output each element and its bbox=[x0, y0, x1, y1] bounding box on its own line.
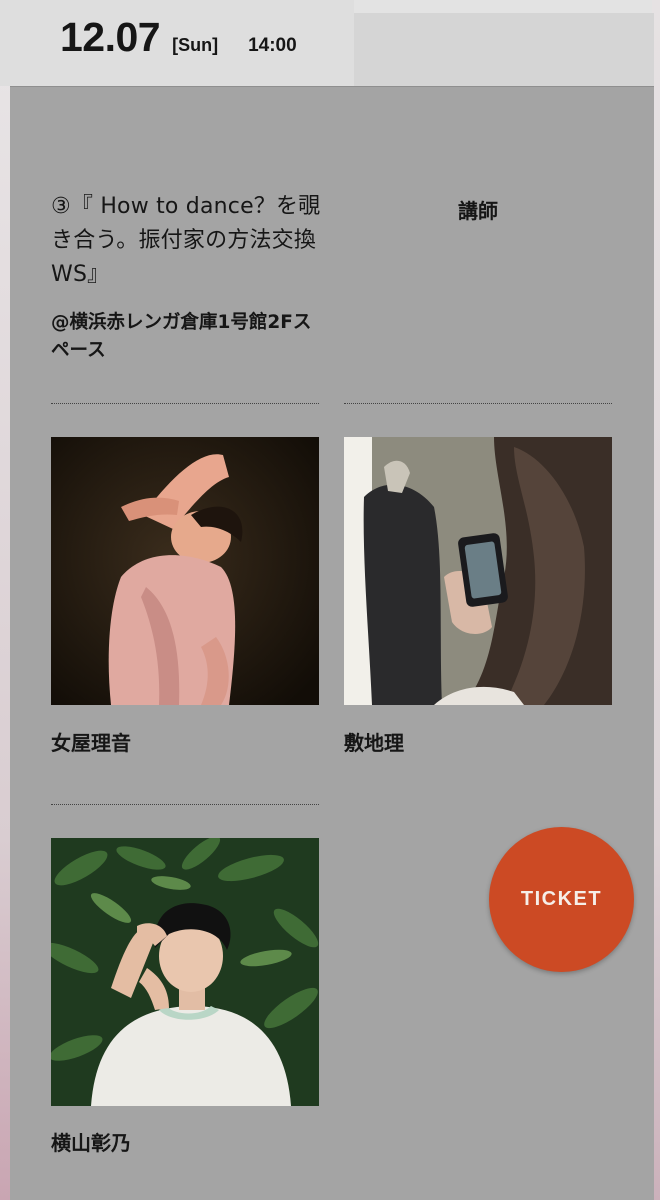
lecturer-name: 女屋理音 bbox=[51, 731, 131, 755]
lecturer-photo-dancer[interactable] bbox=[51, 437, 319, 705]
date-tab: 12.07 [Sun] 14:00 bbox=[0, 0, 354, 86]
ticket-button[interactable]: TICKET bbox=[489, 827, 634, 972]
event-time: 14:00 bbox=[248, 35, 297, 56]
dancer-photo bbox=[51, 437, 319, 705]
lecturer-name: 敷地理 bbox=[344, 731, 404, 755]
lecturer-photo-phone[interactable] bbox=[344, 437, 612, 705]
lecturer-heading: 講師 bbox=[458, 199, 498, 223]
event-date: 12.07 bbox=[60, 14, 161, 60]
event-venue: @横浜赤レンガ倉庫1号館2Fスペース bbox=[51, 312, 312, 361]
lecturer-name: 横山彰乃 bbox=[51, 1131, 131, 1155]
divider bbox=[51, 403, 319, 404]
divider bbox=[51, 804, 319, 805]
divider bbox=[344, 403, 612, 404]
phone-photo bbox=[344, 437, 612, 705]
tab-background bbox=[354, 13, 654, 86]
page-edge-left bbox=[0, 0, 10, 1200]
event-panel: ③『 How to dance？を覗き合う。振付家の方法交換WS』 @横浜赤レン… bbox=[10, 86, 654, 1200]
event-day-of-week: [Sun] bbox=[172, 35, 219, 55]
event-title: ③『 How to dance？を覗き合う。振付家の方法交換WS』 bbox=[51, 194, 321, 287]
lecturer-photo-portrait[interactable] bbox=[51, 838, 319, 1106]
portrait-photo bbox=[51, 838, 319, 1106]
